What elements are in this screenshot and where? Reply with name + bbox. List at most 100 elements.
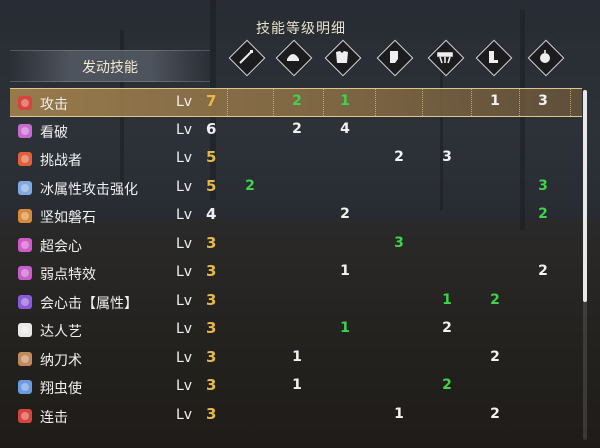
leg-slot-icon — [475, 39, 513, 77]
skill-level-value: 3 — [206, 233, 217, 252]
talisman-slot-icon — [527, 39, 565, 77]
skill-row[interactable]: 会心击【属性】 Lv 3 1 2 — [10, 288, 582, 317]
level-label: Lv — [176, 94, 193, 110]
column-separator — [227, 89, 228, 116]
skill-row[interactable]: 纳刀术 Lv 3 1 2 — [10, 345, 582, 374]
panel-title: 技能等级明细 — [256, 21, 346, 37]
skill-name: 翔虫使 — [40, 381, 82, 397]
column-separator — [273, 89, 274, 116]
slot-level-cell: 2 — [245, 177, 255, 194]
level-label: Lv — [176, 349, 193, 366]
skill-level-value: 3 — [206, 319, 217, 337]
skill-name: 坚如磐石 — [40, 210, 96, 226]
skill-row[interactable]: 看破 Lv 6 2 4 — [10, 117, 582, 146]
skill-row[interactable]: 超会心 Lv 3 3 — [10, 231, 582, 260]
slot-level-cell: 2 — [490, 348, 500, 365]
skill-row[interactable]: 坚如磐石 Lv 4 2 2 — [10, 202, 582, 231]
waist-slot-icon — [427, 39, 465, 77]
column-separator — [570, 89, 571, 116]
scrollbar-thumb[interactable] — [583, 90, 587, 302]
slot-level-cell: 2 — [340, 206, 350, 222]
skill-icon — [18, 380, 32, 394]
skill-icon — [18, 180, 32, 195]
skill-row[interactable]: 达人艺 Lv 3 1 2 — [10, 316, 582, 345]
slot-level-cell: 1 — [292, 348, 302, 365]
skill-level-value: 3 — [206, 376, 217, 394]
skill-level-value: 5 — [206, 176, 217, 195]
slot-level-cell: 2 — [538, 206, 548, 222]
active-skills-header: 发动技能 — [10, 50, 210, 82]
skill-level-value: 4 — [206, 205, 217, 223]
slot-level-cell: 1 — [292, 377, 302, 393]
slot-level-cell: 2 — [538, 263, 548, 279]
chest-slot-icon — [324, 39, 362, 77]
slot-level-cell: 1 — [442, 291, 452, 308]
skill-name: 挑战者 — [40, 153, 82, 169]
slot-level-cell: 2 — [442, 377, 452, 393]
level-label: Lv — [176, 378, 193, 394]
slot-level-cell: 3 — [538, 177, 548, 194]
level-label: Lv — [176, 235, 193, 252]
skill-row[interactable]: 弱点特效 Lv 3 1 2 — [10, 259, 582, 288]
level-label: Lv — [176, 207, 193, 223]
skill-icon — [18, 351, 32, 366]
skill-row[interactable]: 冰属性攻击强化 Lv 5 2 3 — [10, 174, 582, 203]
column-separator — [323, 89, 324, 116]
skill-icon — [18, 408, 32, 423]
active-skills-header-label: 发动技能 — [82, 60, 138, 76]
slot-level-cell: 1 — [394, 405, 404, 422]
slot-level-cell: 3 — [538, 93, 548, 109]
slot-level-cell: 3 — [394, 234, 404, 251]
skill-row[interactable]: 挑战者 Lv 5 2 3 — [10, 145, 582, 174]
skill-level-value: 3 — [206, 262, 217, 280]
skill-row[interactable]: 翔虫使 Lv 3 1 2 — [10, 373, 582, 402]
skill-name: 冰属性攻击强化 — [40, 181, 138, 198]
helm-slot-icon — [275, 39, 313, 77]
skill-name: 纳刀术 — [40, 352, 82, 369]
slot-level-cell: 2 — [292, 120, 302, 137]
skill-icon — [18, 294, 32, 309]
slot-level-cell: 2 — [442, 320, 452, 336]
slot-level-cell: 1 — [340, 320, 350, 336]
column-separator — [375, 89, 376, 116]
weapon-slot-icon — [228, 39, 266, 77]
level-label: Lv — [176, 321, 193, 337]
skill-name: 超会心 — [40, 238, 82, 255]
level-label: Lv — [176, 121, 193, 138]
skill-level-value: 7 — [206, 92, 217, 110]
skill-level-value: 3 — [206, 404, 217, 423]
skill-icon — [18, 266, 32, 280]
slot-level-cell: 1 — [340, 263, 350, 279]
level-label: Lv — [176, 264, 193, 280]
skill-row[interactable]: 攻击 Lv 7 2 1 1 3 — [10, 88, 582, 117]
skill-icon — [18, 123, 32, 138]
slot-level-cell: 4 — [340, 120, 350, 137]
skill-row[interactable]: 连击 Lv 3 1 2 — [10, 402, 582, 431]
skill-list: 攻击 Lv 7 2 1 1 3 看破 Lv 6 2 4 挑战者 Lv 5 2 3 冰属性攻击强化 Lv 5 2 3 坚如磐石… — [10, 88, 582, 430]
slot-level-cell: 2 — [394, 149, 404, 165]
level-label: Lv — [176, 292, 193, 309]
slot-level-cell: 2 — [490, 405, 500, 422]
skill-name: 看破 — [40, 124, 68, 141]
skill-level-value: 6 — [206, 119, 217, 138]
slot-level-cell: 2 — [490, 291, 500, 308]
skill-name: 攻击 — [40, 97, 68, 113]
level-label: Lv — [176, 150, 193, 166]
skill-icon — [18, 237, 32, 252]
slot-level-cell: 1 — [490, 93, 500, 109]
skill-icon — [18, 152, 32, 166]
skill-icon — [18, 209, 32, 223]
level-label: Lv — [176, 178, 193, 195]
column-separator — [471, 89, 472, 116]
skill-level-value: 5 — [206, 148, 217, 166]
skill-name: 会心击【属性】 — [40, 295, 138, 312]
skill-name: 连击 — [40, 409, 68, 426]
column-separator — [519, 89, 520, 116]
slot-level-cell: 2 — [292, 93, 302, 109]
skill-name: 弱点特效 — [40, 267, 96, 283]
slot-level-cell: 3 — [442, 149, 452, 165]
slot-level-cell: 1 — [340, 93, 350, 109]
skill-icon — [18, 323, 32, 337]
arm-slot-icon — [376, 39, 414, 77]
skill-name: 达人艺 — [40, 324, 82, 340]
